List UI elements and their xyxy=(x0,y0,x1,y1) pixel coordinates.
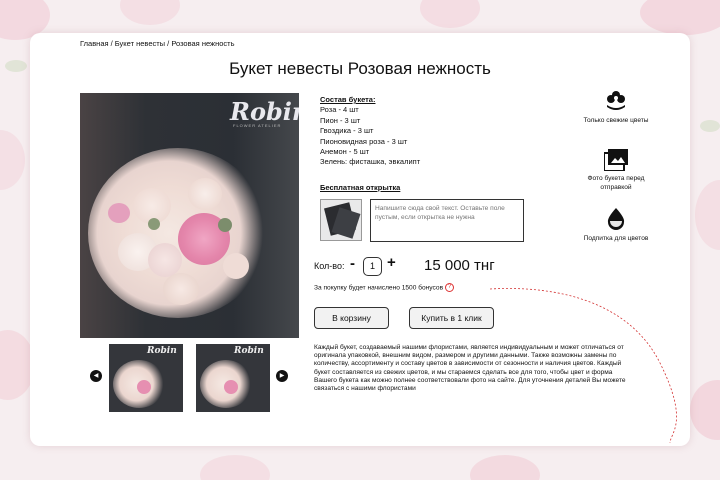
composition-block: Состав букета: Роза - 4 шт Пион - 3 шт Г… xyxy=(320,95,420,168)
price: 15 000 тнг xyxy=(424,257,495,274)
feature-label: Подпитка для цветов xyxy=(583,235,649,242)
gallery-thumbnail[interactable]: Robin xyxy=(109,344,183,412)
main-product-photo[interactable]: Robin FLOWER ATELIER xyxy=(80,93,299,338)
gallery-thumbnail[interactable]: Robin xyxy=(196,344,270,412)
composition-item: Пион - 3 шт xyxy=(320,115,361,125)
feature-fresh-flowers: Только свежие цветы xyxy=(576,89,656,125)
quantity-increase-button[interactable]: + xyxy=(387,254,396,271)
feature-label: Фото букета перед отправкой xyxy=(587,175,645,191)
apron-logo: Robin xyxy=(230,97,299,126)
postcard-text-field[interactable] xyxy=(370,199,524,242)
prev-arrow-icon[interactable]: ◀ xyxy=(90,370,102,382)
apron-subtitle: FLOWER ATELIER xyxy=(233,123,282,128)
feature-label: Только свежие цветы xyxy=(583,117,649,124)
next-arrow-icon[interactable]: ▶ xyxy=(276,370,288,382)
postcard-image xyxy=(320,199,362,241)
product-description: Каждый букет, создаваемый нашими флорист… xyxy=(314,344,626,393)
composition-item: Гвоздика - 3 шт xyxy=(320,126,374,136)
quantity-label: Кол-во: xyxy=(314,261,345,271)
flower-icon xyxy=(607,91,625,110)
photos-icon xyxy=(604,149,628,171)
composition-title: Состав букета: xyxy=(320,95,376,104)
composition-item: Зелень: фисташка, эвкалипт xyxy=(320,157,421,167)
composition-item: Пионовидная роза - 3 шт xyxy=(320,136,408,146)
add-to-cart-button[interactable]: В корзину xyxy=(314,307,389,329)
water-drop-icon xyxy=(607,208,625,230)
thumbnail-logo: Robin xyxy=(234,346,264,356)
page-title: Букет невесты Розовая нежность xyxy=(229,59,491,78)
bonus-text: За покупку будет начислено 1500 бонусов xyxy=(314,284,444,292)
buy-one-click-button[interactable]: Купить в 1 клик xyxy=(409,307,494,329)
product-card: Главная / Букет невесты / Розовая нежнос… xyxy=(30,33,690,446)
quantity-value[interactable]: 1 xyxy=(363,257,382,276)
help-icon[interactable]: ? xyxy=(445,283,455,292)
bonus-info: За покупку будет начислено 1500 бонусов? xyxy=(314,283,455,292)
composition-item: Анемон - 5 шт xyxy=(320,147,370,157)
postcard-title: Бесплатная открытка xyxy=(320,183,401,192)
quantity-decrease-button[interactable]: - xyxy=(350,255,355,272)
breadcrumb[interactable]: Главная / Букет невесты / Розовая нежнос… xyxy=(80,39,234,48)
bouquet-image xyxy=(88,148,268,318)
feature-photo-before-send: Фото букета перед отправкой xyxy=(576,149,656,192)
composition-item: Роза - 4 шт xyxy=(320,105,359,115)
feature-flower-food: Подпитка для цветов xyxy=(576,207,656,243)
thumbnail-logo: Robin xyxy=(147,346,177,356)
